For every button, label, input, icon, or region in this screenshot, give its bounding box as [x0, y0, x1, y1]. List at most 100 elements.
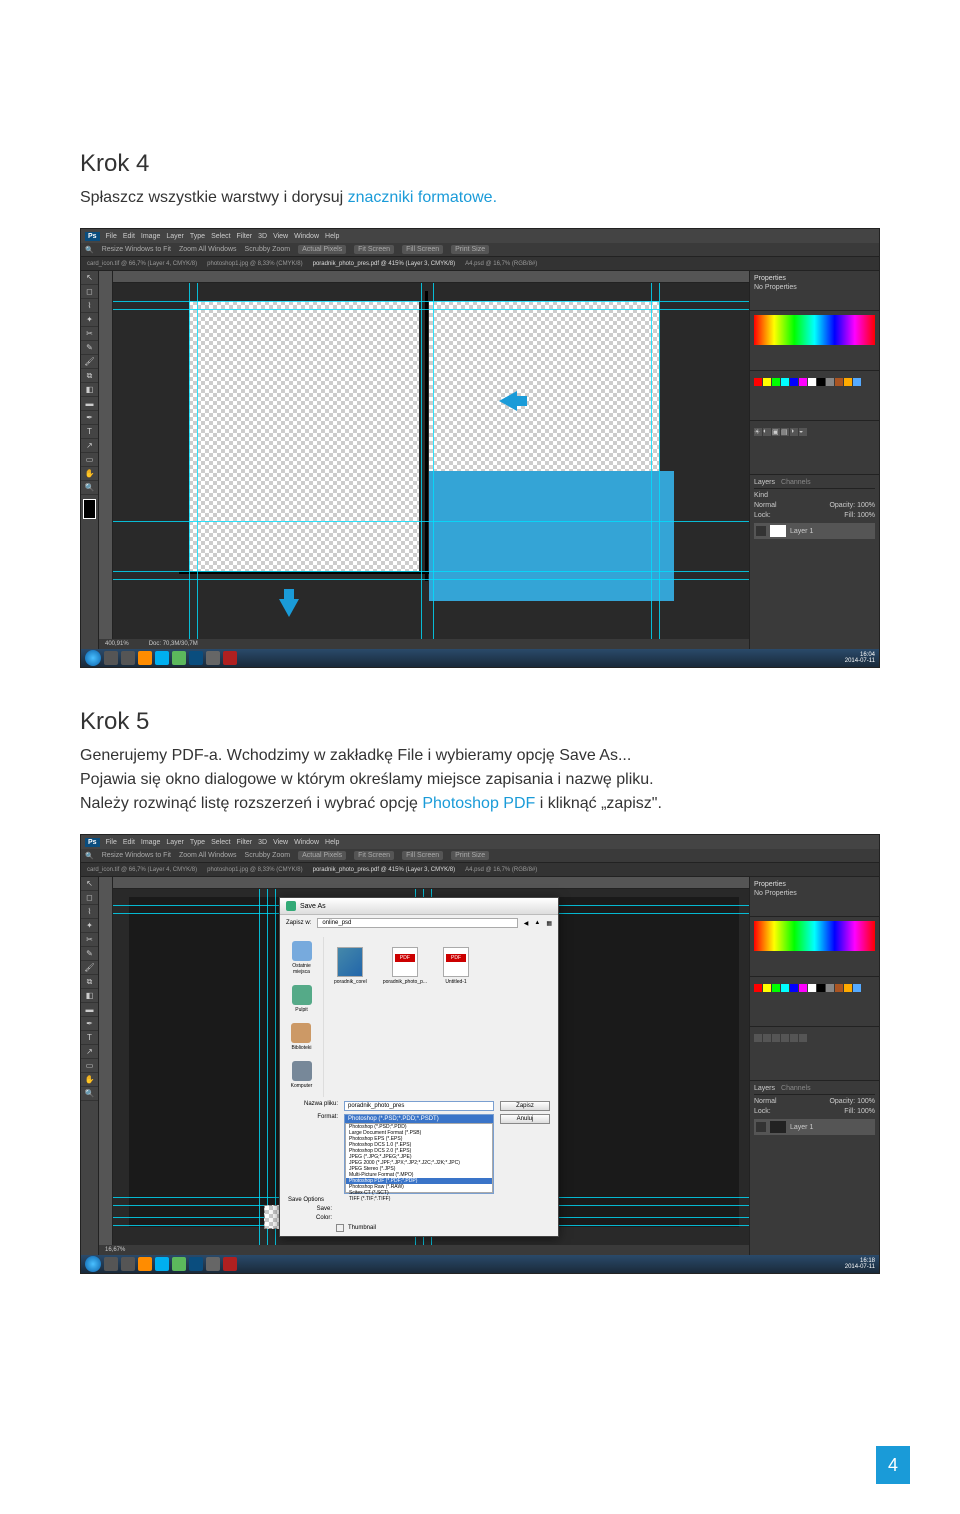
blend-mode[interactable]: Normal [754, 502, 777, 509]
menu-layer[interactable]: Layer [166, 233, 184, 240]
hand-tool-icon[interactable]: ✋ [81, 467, 98, 481]
file-1[interactable]: poradnik_corel [334, 947, 367, 985]
marquee-tool-icon-2[interactable]: ◻ [81, 891, 98, 905]
tab-3b[interactable]: poradnik_photo_pres.pdf @ 415% (Layer 3,… [313, 867, 456, 873]
taskbar-app-green-icon[interactable] [172, 651, 186, 665]
gradient-tool-icon-2[interactable]: ▬ [81, 1003, 98, 1017]
menu-3d[interactable]: 3D [258, 233, 267, 240]
start-button-icon-2[interactable] [85, 1256, 101, 1272]
brush-tool-icon[interactable]: 🖌 [81, 355, 98, 369]
taskbar-firefox-icon[interactable] [138, 651, 152, 665]
actual-pixels-button-2[interactable]: Actual Pixels [298, 851, 346, 860]
tab-1b[interactable]: card_icon.tif @ 66,7% (Layer 4, CMYK/8) [87, 867, 197, 873]
menu-image[interactable]: Image [141, 233, 160, 240]
layers-tab-label[interactable]: Layers [754, 479, 775, 486]
eyedropper-tool-icon-2[interactable]: ✎ [81, 947, 98, 961]
loc-desktop[interactable]: Pulpit [292, 985, 312, 1013]
color-spectrum-2[interactable] [754, 921, 875, 951]
lasso-tool-icon-2[interactable]: ⌇ [81, 905, 98, 919]
loc-computer[interactable]: Komputer [291, 1061, 313, 1089]
channels-tab-label-2[interactable]: Channels [781, 1085, 811, 1092]
eyedropper-tool-icon[interactable]: ✎ [81, 341, 98, 355]
scrubby-check-2[interactable]: Scrubby Zoom [245, 852, 291, 859]
taskbar-adobe-icon[interactable] [223, 651, 237, 665]
gradient-tool-icon[interactable]: ▬ [81, 397, 98, 411]
menu-select-2[interactable]: Select [211, 839, 230, 846]
menu-select[interactable]: Select [211, 233, 230, 240]
channels-tab-label[interactable]: Channels [781, 479, 811, 486]
resize-windows-check-2[interactable]: Resize Windows to Fit [102, 852, 171, 859]
lasso-tool-icon[interactable]: ⌇ [81, 299, 98, 313]
zoom-all-check[interactable]: Zoom All Windows [179, 246, 237, 253]
adjustments-grid-2[interactable] [754, 1034, 875, 1042]
layer-row-2[interactable]: Layer 1 [754, 1119, 875, 1135]
canvas-area-2[interactable]: Save As Zapisz w: online_psd ◀ ▲ ▦ Ostat… [99, 877, 749, 1257]
scrubby-check[interactable]: Scrubby Zoom [245, 246, 291, 253]
taskbar-app-2-icon[interactable] [121, 651, 135, 665]
file-3[interactable]: Untitled-1 [443, 947, 469, 985]
taskbar-firefox-icon-2[interactable] [138, 1257, 152, 1271]
shape-tool-icon-2[interactable]: ▭ [81, 1059, 98, 1073]
nav-up-icon[interactable]: ▲ [534, 920, 540, 926]
stamp-tool-icon[interactable]: ⧉ [81, 369, 98, 383]
layer-row[interactable]: Layer 1 [754, 523, 875, 539]
actual-pixels-button[interactable]: Actual Pixels [298, 245, 346, 254]
filename-field[interactable]: poradnik_photo_pres [344, 1101, 494, 1111]
crop-tool-icon-2[interactable]: ✂ [81, 933, 98, 947]
loc-recent[interactable]: Ostatnie miejsca [284, 941, 319, 975]
menu-filter-2[interactable]: Filter [237, 839, 253, 846]
wand-tool-icon-2[interactable]: ✦ [81, 919, 98, 933]
start-button-icon[interactable] [85, 650, 101, 666]
nav-back-icon[interactable]: ◀ [524, 920, 529, 927]
folder-dropdown[interactable]: online_psd [317, 918, 517, 928]
fg-color-icon[interactable] [83, 499, 96, 519]
tab-3[interactable]: poradnik_photo_pres.pdf @ 415% (Layer 3,… [313, 261, 456, 267]
tab-2[interactable]: photoshop1.jpg @ 8,33% (CMYK/8) [207, 261, 302, 267]
menu-file-2[interactable]: File [106, 839, 117, 846]
eraser-tool-icon[interactable]: ◧ [81, 383, 98, 397]
zapisz-button[interactable]: Zapisz [500, 1101, 550, 1111]
fill-screen-button-2[interactable]: Fill Screen [402, 851, 443, 860]
taskbar-skype-icon[interactable] [155, 651, 169, 665]
menu-type[interactable]: Type [190, 233, 205, 240]
taskbar-app-green-icon-2[interactable] [172, 1257, 186, 1271]
menu-filter[interactable]: Filter [237, 233, 253, 240]
print-size-button[interactable]: Print Size [451, 245, 489, 254]
adjustments-grid[interactable]: ☀◐▣▤◑◒ [754, 428, 875, 436]
tab-1[interactable]: card_icon.tif @ 66,7% (Layer 4, CMYK/8) [87, 261, 197, 267]
menu-3d-2[interactable]: 3D [258, 839, 267, 846]
taskbar-ps-icon[interactable] [189, 651, 203, 665]
menu-window-2[interactable]: Window [294, 839, 319, 846]
loc-libraries[interactable]: Biblioteki [291, 1023, 311, 1051]
swatches-grid[interactable] [754, 378, 875, 386]
move-tool-icon[interactable]: ↖ [81, 271, 98, 285]
menu-edit[interactable]: Edit [123, 233, 135, 240]
fit-screen-button-2[interactable]: Fit Screen [354, 851, 394, 860]
file-2[interactable]: poradnik_photo_p... [383, 947, 427, 985]
type-tool-icon[interactable]: T [81, 425, 98, 439]
menu-edit-2[interactable]: Edit [123, 839, 135, 846]
dialog-file-area[interactable]: poradnik_corel poradnik_photo_p... Untit… [324, 937, 558, 1097]
menu-layer-2[interactable]: Layer [166, 839, 184, 846]
fill-screen-button[interactable]: Fill Screen [402, 245, 443, 254]
brush-tool-icon-2[interactable]: 🖌 [81, 961, 98, 975]
path-tool-icon[interactable]: ↗ [81, 439, 98, 453]
layer-visibility-icon-2[interactable] [756, 1122, 766, 1132]
taskbar-app-grey-icon[interactable] [206, 651, 220, 665]
menu-window[interactable]: Window [294, 233, 319, 240]
type-tool-icon-2[interactable]: T [81, 1031, 98, 1045]
zoom-tool-button-icon[interactable]: 🔍 [81, 481, 98, 495]
zoom-all-check-2[interactable]: Zoom All Windows [179, 852, 237, 859]
menu-view-2[interactable]: View [273, 839, 288, 846]
blend-mode-2[interactable]: Normal [754, 1098, 777, 1105]
eraser-tool-icon-2[interactable]: ◧ [81, 989, 98, 1003]
taskbar-app-grey-icon-2[interactable] [206, 1257, 220, 1271]
thumbnail-checkbox[interactable] [336, 1224, 344, 1232]
move-tool-icon-2[interactable]: ↖ [81, 877, 98, 891]
layers-tab-label-2[interactable]: Layers [754, 1085, 775, 1092]
anuluj-button[interactable]: Anuluj [500, 1114, 550, 1124]
crop-tool-icon[interactable]: ✂ [81, 327, 98, 341]
taskbar-app-2-icon-2[interactable] [121, 1257, 135, 1271]
fit-screen-button[interactable]: Fit Screen [354, 245, 394, 254]
swatches-grid-2[interactable] [754, 984, 875, 992]
